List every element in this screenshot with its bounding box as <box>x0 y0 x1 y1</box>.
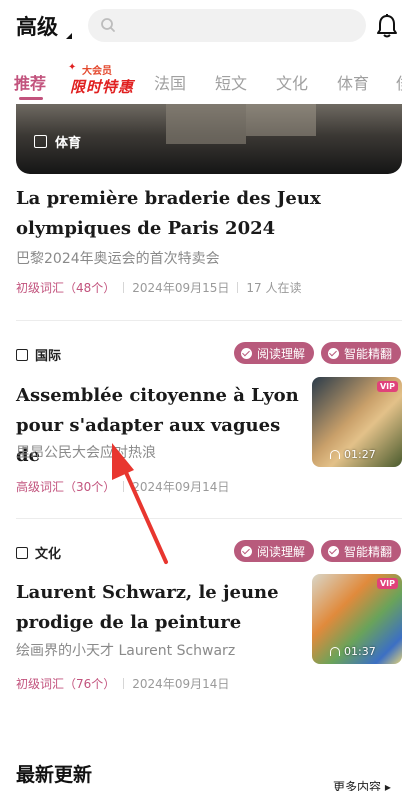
audio-duration: 01:27 <box>330 448 376 461</box>
badge-label: 智能精翻 <box>344 346 393 361</box>
reader-count: 17 人在读 <box>246 281 302 295</box>
duration-label: 01:37 <box>344 645 376 658</box>
badge-label: 阅读理解 <box>257 346 306 361</box>
article-category: 国际 <box>16 345 61 364</box>
sparkle-icon: ✦ <box>68 62 77 73</box>
vocab-level: 高级词汇（30个） <box>16 480 116 494</box>
hero-scene-shape <box>246 104 316 136</box>
duration-label: 01:27 <box>344 448 376 461</box>
meta-separator <box>123 282 125 293</box>
publish-date: 2024年09月15日 <box>132 281 230 295</box>
audio-duration: 01:37 <box>330 645 376 658</box>
vocab-level: 初级词汇（76个） <box>16 677 116 691</box>
book-icon <box>16 546 28 559</box>
check-icon <box>241 347 252 359</box>
check-icon <box>328 347 339 359</box>
check-icon <box>241 545 252 557</box>
tab-france[interactable]: 法国 <box>154 70 186 94</box>
promo-badge[interactable]: ✦ 大会员 限时特惠 <box>68 62 133 98</box>
tab-culture[interactable]: 文化 <box>276 70 308 94</box>
hero-scene-shape <box>166 104 246 144</box>
level-selector[interactable]: 高级 <box>16 11 58 41</box>
article-title-cn: 绘画界的小天才 Laurent Schwarz <box>16 643 236 659</box>
search-input[interactable] <box>88 9 366 42</box>
reading-badge: 阅读理解 <box>234 342 315 364</box>
search-icon <box>101 18 115 32</box>
hero-title-cn: 巴黎2024年奥运会的首次特卖会 <box>16 251 220 267</box>
article-thumbnail[interactable]: VIP 01:27 <box>312 377 402 467</box>
badge-label: 阅读理解 <box>257 544 306 559</box>
article-title-fr[interactable]: Laurent Schwarz, le jeune prodige de la … <box>16 578 306 638</box>
category-label: 国际 <box>35 349 62 364</box>
meta-separator <box>123 678 125 689</box>
divider <box>16 518 402 519</box>
tab-short[interactable]: 短文 <box>215 70 247 94</box>
promo-top-text: 大会员 <box>82 66 112 77</box>
promo-main-text: 限时特惠 <box>70 78 135 96</box>
vip-badge: VIP <box>376 578 398 589</box>
headphones-icon <box>330 450 340 459</box>
tab-sports[interactable]: 体育 <box>337 70 369 94</box>
hero-category-label: 体育 <box>55 136 82 151</box>
category-tabs: 推荐 ✦ 大会员 限时特惠 法国 短文 文化 体育 侈 <box>0 56 402 102</box>
bell-icon[interactable] <box>375 13 399 39</box>
article-meta: 初级词汇（76个） 2024年09月14日 <box>16 675 229 692</box>
hero-image[interactable]: 体育 <box>16 104 402 174</box>
article-title-cn: 里昂公民大会应对热浪 <box>16 445 156 461</box>
book-icon <box>16 348 28 361</box>
badge-label: 智能精翻 <box>344 544 393 559</box>
article-thumbnail[interactable]: VIP 01:37 <box>312 574 402 664</box>
headphones-icon <box>330 647 340 656</box>
meta-separator <box>237 282 239 293</box>
book-icon <box>34 135 47 148</box>
latest-section-title: 最新更新 <box>16 764 93 786</box>
publish-date: 2024年09月14日 <box>132 677 230 691</box>
publish-date: 2024年09月14日 <box>132 480 230 494</box>
more-content-link[interactable]: 更多内容 ▸ <box>333 778 391 791</box>
check-icon <box>328 545 339 557</box>
active-tab-indicator <box>19 97 43 100</box>
hero-category: 体育 <box>34 132 81 151</box>
translate-badge: 智能精翻 <box>321 342 402 364</box>
level-caret-icon[interactable] <box>66 33 72 39</box>
tab-recommend[interactable]: 推荐 <box>14 70 46 94</box>
hero-meta: 初级词汇（48个） 2024年09月15日 17 人在读 <box>16 279 301 296</box>
reading-badge: 阅读理解 <box>234 540 315 562</box>
article-category: 文化 <box>16 543 61 562</box>
vocab-level: 初级词汇（48个） <box>16 281 116 295</box>
top-bar: 高级 <box>0 0 402 52</box>
divider <box>16 320 402 321</box>
translate-badge: 智能精翻 <box>321 540 402 562</box>
meta-separator <box>123 481 125 492</box>
hero-title-fr[interactable]: La première braderie des Jeux olympiques… <box>16 184 402 244</box>
category-label: 文化 <box>35 547 62 562</box>
article-meta: 高级词汇（30个） 2024年09月14日 <box>16 478 229 495</box>
tab-partial[interactable]: 侈 <box>396 70 402 94</box>
vip-badge: VIP <box>376 381 398 392</box>
